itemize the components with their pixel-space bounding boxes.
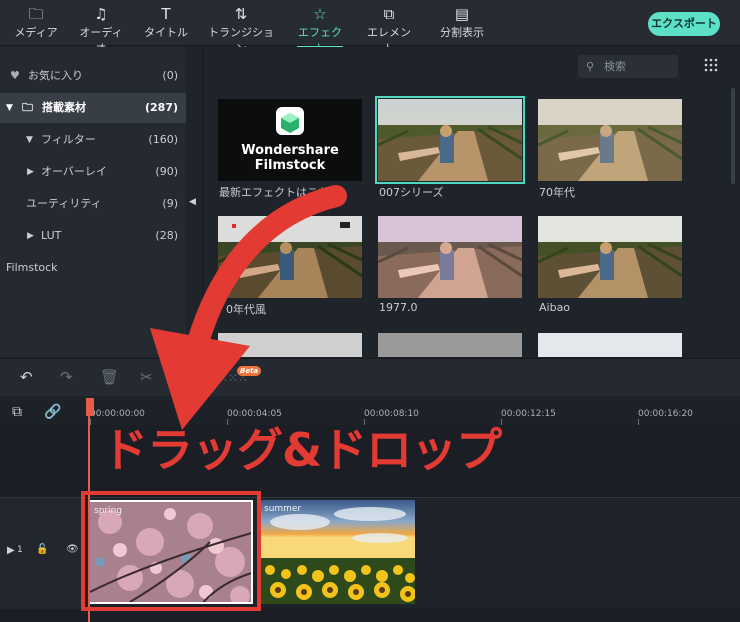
top-navigation-bar: 🗀 メディア ♫ オーディオ T タイトル ⇅ トランジション ☆ エフェクト … xyxy=(0,0,740,55)
tab-audio[interactable]: ♫ オーディオ xyxy=(74,4,128,55)
folder-icon: 🗀 xyxy=(28,5,44,23)
sidebar-item-utility[interactable]: ユーティリティ (9) xyxy=(0,189,186,219)
sidebar: ♥ お気に入り (0) ▼ 🗀 搭載素材 (287) ▼ フィルター (160)… xyxy=(0,47,186,357)
chevron-left-icon: ◀ xyxy=(189,197,196,207)
track-number: 1 xyxy=(17,545,23,555)
redo-icon[interactable]: ↷ xyxy=(60,368,73,386)
effect-thumbnail-filmstock[interactable]: Wondershare Filmstock xyxy=(218,99,362,181)
effect-caption: 007シリーズ xyxy=(379,186,444,199)
effect-thumbnail-007[interactable] xyxy=(375,96,525,184)
effects-scrollbar[interactable] xyxy=(731,88,735,184)
sidebar-item-builtin[interactable]: ▼ 🗀 搭載素材 (287) xyxy=(0,93,186,123)
sidebar-item-filmstock[interactable]: Filmstock xyxy=(0,253,186,283)
effects-panel xyxy=(202,47,740,357)
effect-thumbnail-1977[interactable] xyxy=(378,216,522,298)
sidebar-item-lut[interactable]: ▶ LUT (28) xyxy=(0,221,186,251)
tab-split-screen[interactable]: ▤ 分割表示 xyxy=(436,4,488,44)
music-note-icon: ♫ xyxy=(94,5,108,23)
clip-label: summer xyxy=(264,504,302,514)
tab-titles[interactable]: T タイトル xyxy=(144,4,188,44)
element-icon: ⧉ xyxy=(383,5,395,23)
scissors-icon[interactable]: ✂ xyxy=(140,368,153,386)
grid-view-icon[interactable] xyxy=(704,58,720,74)
tab-effects[interactable]: ☆ エフェクト xyxy=(297,4,343,55)
eye-icon[interactable]: 👁 xyxy=(66,544,79,555)
text-icon: T xyxy=(161,5,171,23)
timecode-label: 00:00:16:20 xyxy=(638,409,693,419)
chevron-down-icon: ▼ xyxy=(6,103,13,113)
playhead-handle[interactable] xyxy=(86,398,94,416)
folder-icon: 🗀 xyxy=(22,101,33,114)
effect-caption: 1977.0 xyxy=(379,301,418,314)
sidebar-collapse-handle[interactable]: ◀ xyxy=(186,47,200,357)
beta-badge: Beta xyxy=(237,366,262,376)
effect-caption: 0年代風 xyxy=(226,303,266,316)
transition-icon: ⇅ xyxy=(234,5,248,23)
effect-caption: Aibao xyxy=(539,301,571,314)
lock-icon[interactable]: 🔓 xyxy=(36,544,48,555)
effect-thumbnail[interactable] xyxy=(378,333,522,357)
effect-caption: 最新エフェクトはこちら xyxy=(219,186,340,199)
delete-icon[interactable]: 🗑 xyxy=(100,368,119,386)
timecode-label: 00:00:12:15 xyxy=(501,409,556,419)
filmstock-brand-text: Wondershare Filmstock xyxy=(241,143,339,173)
chevron-right-icon: ▶ xyxy=(27,231,34,241)
effect-thumbnail[interactable] xyxy=(538,333,682,357)
video-track-header: ▶ 1 🔓 👁 xyxy=(0,497,86,609)
effect-thumbnail-0s-style[interactable] xyxy=(218,216,362,298)
effect-thumbnail-aibao[interactable] xyxy=(538,216,682,298)
tab-elements[interactable]: ⧉ エレメント xyxy=(365,4,413,55)
drag-and-drop-annotation: ドラッグ&ドロップ xyxy=(102,423,502,477)
export-button[interactable]: エクスポート xyxy=(648,12,720,36)
link-icon[interactable]: 🔗 xyxy=(44,404,61,420)
sidebar-item-overlays[interactable]: ▶ オーバーレイ (90) xyxy=(0,157,186,187)
effect-icon: ☆ xyxy=(313,5,327,23)
heart-icon: ♥ xyxy=(10,69,20,82)
search-icon: ⚲ xyxy=(586,60,595,73)
sidebar-item-favorites[interactable]: ♥ お気に入り (0) xyxy=(0,61,186,91)
effect-thumbnail-70s[interactable] xyxy=(538,99,682,181)
effect-thumbnail[interactable] xyxy=(218,333,362,357)
tab-media[interactable]: 🗀 メディア xyxy=(14,4,58,44)
add-track-icon[interactable]: ⧉ xyxy=(12,404,22,420)
split-screen-icon: ▤ xyxy=(454,5,470,23)
tab-transitions[interactable]: ⇅ トランジション xyxy=(206,4,276,55)
chevron-down-icon: ▼ xyxy=(26,135,33,145)
effect-caption: 70年代 xyxy=(539,186,575,199)
drop-target-highlight xyxy=(81,491,261,611)
undo-icon[interactable]: ↶ xyxy=(20,368,33,386)
chevron-right-icon: ▶ xyxy=(27,167,34,177)
search-input[interactable]: ⚲ 検索 xyxy=(578,55,678,78)
clip-summer[interactable]: summer xyxy=(260,500,415,604)
sidebar-item-filters[interactable]: ▼ フィルター (160) xyxy=(0,125,186,155)
video-track-icon: ▶ xyxy=(7,545,15,556)
